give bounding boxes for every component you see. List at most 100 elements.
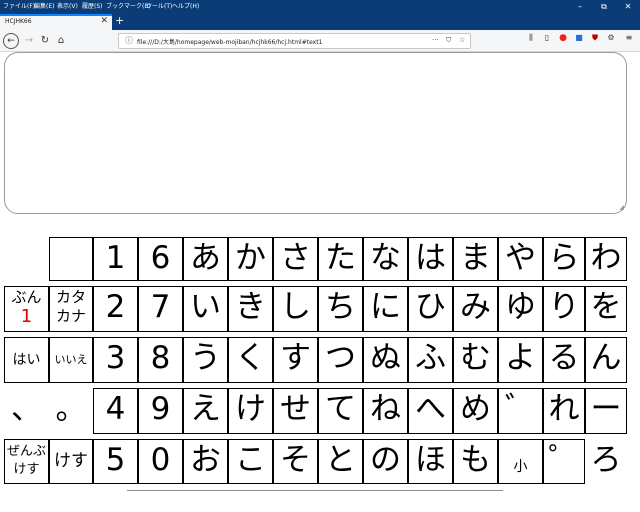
pocket-icon[interactable]: ⛉ xyxy=(446,36,451,45)
key-mi[interactable]: み xyxy=(453,286,498,332)
menu-help[interactable]: ヘルプ(H) xyxy=(172,0,199,13)
key-ne[interactable]: ね xyxy=(363,388,408,434)
key-0[interactable]: 0 xyxy=(138,439,183,484)
stop-icon[interactable]: ● xyxy=(558,33,568,43)
key-nu[interactable]: ぬ xyxy=(363,337,408,383)
key-re[interactable]: れ xyxy=(543,388,585,434)
key-n[interactable]: ん xyxy=(585,337,627,383)
key-mu[interactable]: む xyxy=(453,337,498,383)
key-me[interactable]: め xyxy=(453,388,498,434)
key-wa[interactable]: わ xyxy=(585,237,627,281)
save-icon[interactable]: ■ xyxy=(574,33,584,43)
key-ka[interactable]: か xyxy=(228,237,273,281)
key-sa[interactable]: さ xyxy=(273,237,318,281)
key-8[interactable]: 8 xyxy=(138,337,183,383)
key-e[interactable]: え xyxy=(183,388,228,434)
minimize-button[interactable]: – xyxy=(570,0,590,13)
key-ko[interactable]: こ xyxy=(228,439,273,484)
url-text[interactable]: file:///D:/大島/homepage/web-mojiban/hcjhk… xyxy=(137,37,322,46)
key-zenbu-kesu[interactable]: ぜんぶ けす xyxy=(4,439,49,484)
key-fu[interactable]: ふ xyxy=(408,337,453,383)
key-no[interactable]: の xyxy=(363,439,408,484)
key-o[interactable]: お xyxy=(183,439,228,484)
key-ku[interactable]: く xyxy=(228,337,273,383)
key-1[interactable]: 1 xyxy=(93,237,138,281)
key-su[interactable]: す xyxy=(273,337,318,383)
shield-icon[interactable]: ⛊ xyxy=(590,33,600,43)
key-2[interactable]: 2 xyxy=(93,286,138,332)
key-he[interactable]: へ xyxy=(408,388,453,434)
key-kesu[interactable]: けす xyxy=(49,439,93,484)
menu-bookmarks[interactable]: ブックマーク(B) xyxy=(106,0,151,13)
key-hi[interactable]: ひ xyxy=(408,286,453,332)
tab-hcjhk66[interactable]: HCJHK66 ✕ xyxy=(0,14,112,30)
key-small[interactable]: 小 xyxy=(498,439,543,484)
key-yu[interactable]: ゆ xyxy=(498,286,543,332)
text-input-area[interactable]: ◢ xyxy=(4,52,627,214)
key-na[interactable]: な xyxy=(363,237,408,281)
extension-icon[interactable]: ⚙ xyxy=(606,33,616,43)
key-4[interactable]: 4 xyxy=(93,388,138,434)
key-9[interactable]: 9 xyxy=(138,388,183,434)
key-long-vowel[interactable]: ー xyxy=(585,388,627,434)
sidebar-icon[interactable]: ▯ xyxy=(542,33,552,43)
resize-handle-icon[interactable]: ◢ xyxy=(619,204,624,211)
key-ke[interactable]: け xyxy=(228,388,273,434)
hamburger-menu-icon[interactable]: ≡ xyxy=(624,33,634,43)
key-hai[interactable]: はい xyxy=(4,337,49,383)
key-ho[interactable]: ほ xyxy=(408,439,453,484)
key-to[interactable]: と xyxy=(318,439,363,484)
key-wo[interactable]: を xyxy=(585,286,627,332)
url-bar[interactable]: ⓘ file:///D:/大島/homepage/web-mojiban/hcj… xyxy=(118,33,471,49)
menu-file[interactable]: ファイル(F) xyxy=(3,0,35,13)
key-i[interactable]: い xyxy=(183,286,228,332)
key-comma[interactable]: 、 xyxy=(4,388,49,434)
key-ra[interactable]: ら xyxy=(543,237,585,281)
key-so[interactable]: そ xyxy=(273,439,318,484)
key-yo[interactable]: よ xyxy=(498,337,543,383)
key-mo[interactable]: も xyxy=(453,439,498,484)
key-dakuten[interactable]: ゛ xyxy=(498,388,543,434)
key-ya[interactable]: や xyxy=(498,237,543,281)
key-7[interactable]: 7 xyxy=(138,286,183,332)
key-ru[interactable]: る xyxy=(543,337,585,383)
key-shi[interactable]: し xyxy=(273,286,318,332)
back-arrow-icon[interactable]: ← xyxy=(3,33,19,49)
key-katakana[interactable]: カタ カナ xyxy=(49,286,93,332)
menu-edit[interactable]: 編集(E) xyxy=(34,0,54,13)
tab-close-icon[interactable]: ✕ xyxy=(100,16,108,26)
key-tsu[interactable]: つ xyxy=(318,337,363,383)
key-a[interactable]: あ xyxy=(183,237,228,281)
page-actions-icon[interactable]: ··· xyxy=(432,36,439,44)
key-u[interactable]: う xyxy=(183,337,228,383)
key-iie[interactable]: いいえ xyxy=(49,337,93,383)
bookmark-star-icon[interactable]: ☆ xyxy=(459,36,465,44)
key-se[interactable]: せ xyxy=(273,388,318,434)
menu-view[interactable]: 表示(V) xyxy=(57,0,78,13)
home-icon[interactable]: ⌂ xyxy=(53,33,69,49)
key-ri[interactable]: り xyxy=(543,286,585,332)
new-tab-button[interactable]: + xyxy=(115,14,124,28)
library-icon[interactable]: ⫼ xyxy=(526,33,536,43)
forward-arrow-icon[interactable]: → xyxy=(21,33,37,49)
menu-history[interactable]: 履歴(S) xyxy=(82,0,103,13)
key-6[interactable]: 6 xyxy=(138,237,183,281)
menu-tools[interactable]: ツール(T) xyxy=(146,0,172,13)
key-chi[interactable]: ち xyxy=(318,286,363,332)
restore-button[interactable]: ⧉ xyxy=(594,0,614,13)
key-ta[interactable]: た xyxy=(318,237,363,281)
key-ma[interactable]: ま xyxy=(453,237,498,281)
key-te[interactable]: て xyxy=(318,388,363,434)
reload-icon[interactable]: ↻ xyxy=(37,33,53,49)
info-icon[interactable]: ⓘ xyxy=(125,35,133,46)
key-bun[interactable]: ぶん 1 xyxy=(4,286,49,332)
key-ro[interactable]: ろ xyxy=(585,439,627,484)
close-window-button[interactable]: ✕ xyxy=(618,0,638,13)
key-3[interactable]: 3 xyxy=(93,337,138,383)
key-handakuten[interactable]: ゜ xyxy=(543,439,585,484)
key-ha[interactable]: は xyxy=(408,237,453,281)
key-5[interactable]: 5 xyxy=(93,439,138,484)
key-ki[interactable]: き xyxy=(228,286,273,332)
key-period[interactable]: 。 xyxy=(49,388,93,434)
key-blank[interactable] xyxy=(49,237,93,281)
